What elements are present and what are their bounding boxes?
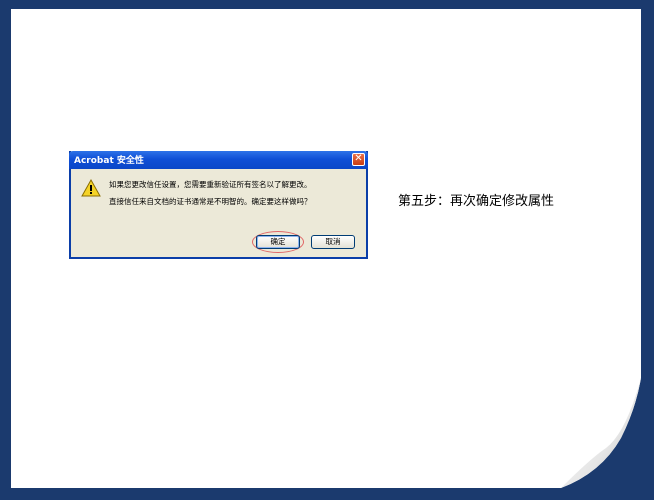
step-instruction: 第五步：再次确定修改属性 — [398, 194, 555, 209]
dialog-message-line1: 如果您更改信任设置，您需要重新验证所有签名以了解更改。 — [109, 180, 312, 189]
page-canvas: Acrobat 安全性 ✕ 如果您更改信任设置，您需要重新验证所有签名以了解更改… — [11, 9, 641, 488]
ok-button[interactable]: 确定 — [256, 235, 300, 249]
dialog-titlebar[interactable]: Acrobat 安全性 ✕ — [69, 151, 368, 169]
dialog-title: Acrobat 安全性 — [74, 156, 144, 166]
warning-icon — [81, 179, 101, 197]
dialog-message-line2: 直接信任来自文档的证书通常是不明智的。确定要这样做吗？ — [109, 197, 312, 206]
cancel-button[interactable]: 取消 — [311, 235, 355, 249]
close-icon: ✕ — [354, 153, 363, 164]
page-curl-decoration — [561, 378, 641, 488]
acrobat-security-dialog: Acrobat 安全性 ✕ 如果您更改信任设置，您需要重新验证所有签名以了解更改… — [69, 151, 368, 259]
close-button[interactable]: ✕ — [352, 153, 365, 166]
